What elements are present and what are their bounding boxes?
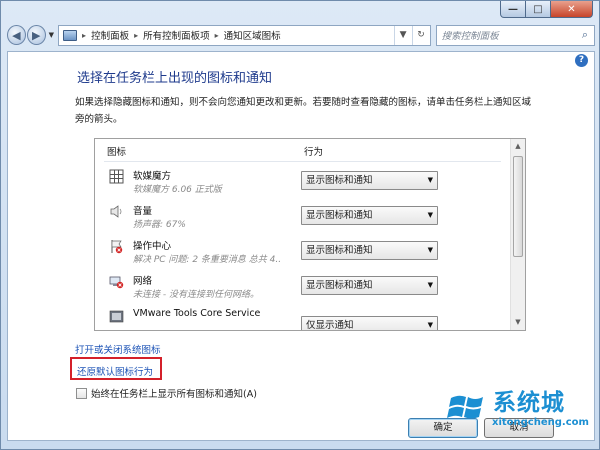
breadcrumb-control-panel[interactable]: 控制面板 <box>91 28 129 42</box>
watermark-text: 系统城 <box>493 390 565 416</box>
back-button[interactable]: ◀ <box>7 25 26 45</box>
column-header-icon: 图标 <box>107 147 127 158</box>
item-description: 扬声器: 67% <box>133 220 186 230</box>
page-description: 如果选择隐藏图标和通知，则不会向您通知更改和更新。若要随时查看隐藏的图标，请单击… <box>75 97 532 125</box>
control-panel-icon <box>63 29 78 41</box>
scroll-up-button[interactable]: ▲ <box>511 139 525 154</box>
dropdown-arrow-icon: ▼ <box>427 246 433 254</box>
caption-buttons: — □ ✕ <box>500 1 593 18</box>
behavior-select[interactable]: 显示图标和通知 ▼ <box>301 171 438 190</box>
header-divider <box>104 161 501 162</box>
dropdown-arrow-icon: ▼ <box>427 211 433 219</box>
breadcrumb-all-items[interactable]: 所有控制面板项 <box>143 28 210 42</box>
control-panel-window: — □ ✕ ◀ ▶ ▼ ▸ 控制面板 ▸ 所有控制面板项 ▸ 通知区域图标 ▼ … <box>0 0 600 450</box>
select-value: 显示图标和通知 <box>306 175 373 186</box>
breadcrumb-separator[interactable]: ▸ <box>215 31 219 40</box>
item-name: 网络 <box>133 276 153 287</box>
address-dropdown-button[interactable]: ▼ <box>393 25 412 45</box>
always-show-option[interactable]: 始终在任务栏上显示所有图标和通知(A) <box>76 386 257 400</box>
address-bar[interactable]: ▸ 控制面板 ▸ 所有控制面板项 ▸ 通知区域图标 ▼ ↻ <box>58 24 431 46</box>
list-item: 网络 未连接 - 没有连接到任何网络。 显示图标和通知 ▼ <box>95 272 513 307</box>
scroll-down-button[interactable]: ▼ <box>511 315 525 330</box>
recent-pages-dropdown[interactable]: ▼ <box>49 31 54 39</box>
behavior-select[interactable]: 显示图标和通知 ▼ <box>301 206 438 225</box>
item-name: 操作中心 <box>133 241 172 252</box>
item-name: VMware Tools Core Service <box>133 308 261 319</box>
scroll-thumb[interactable] <box>513 156 523 257</box>
notification-icons-list: 图标 行为 软媒魔方 软媒魔方 6.06 正式版 显示图标和通知 ▼ 音量 扬声… <box>94 138 526 331</box>
dropdown-arrow-icon: ▼ <box>427 281 433 289</box>
item-name: 软媒魔方 <box>133 171 172 182</box>
behavior-select[interactable]: 显示图标和通知 ▼ <box>301 241 438 260</box>
item-description: 解决 PC 问题: 2 条重要消息 总共 4... <box>133 255 281 265</box>
restore-default-link[interactable]: 还原默认图标行为 <box>77 364 153 378</box>
behavior-select[interactable]: 仅显示通知 ▼ <box>301 316 438 331</box>
select-value: 仅显示通知 <box>306 320 354 331</box>
list-header: 图标 行为 <box>95 139 513 158</box>
select-value: 显示图标和通知 <box>306 210 373 221</box>
refresh-button[interactable]: ↻ <box>411 25 430 45</box>
list-item: VMware Tools Core Service 仅显示通知 ▼ <box>95 307 513 331</box>
behavior-select[interactable]: 显示图标和通知 ▼ <box>301 276 438 295</box>
system-icons-link[interactable]: 打开或关闭系统图标 <box>75 342 161 356</box>
dropdown-arrow-icon: ▼ <box>427 176 433 184</box>
speaker-icon <box>110 205 122 218</box>
always-show-checkbox[interactable] <box>76 387 87 399</box>
list-item: 音量 扬声器: 67% 显示图标和通知 ▼ <box>95 202 513 237</box>
navigation-bar: ◀ ▶ ▼ ▸ 控制面板 ▸ 所有控制面板项 ▸ 通知区域图标 ▼ ↻ 搜索控制… <box>7 23 595 47</box>
watermark-logo: 系统城 xitongcheng.com <box>443 376 593 446</box>
select-value: 显示图标和通知 <box>306 245 373 256</box>
breadcrumb-notification-icons[interactable]: 通知区域图标 <box>224 28 281 42</box>
back-arrow-icon: ◀ <box>12 28 21 42</box>
maximize-button[interactable]: □ <box>526 1 551 18</box>
list-item: 操作中心 解决 PC 问题: 2 条重要消息 总共 4... 显示图标和通知 ▼ <box>95 237 513 272</box>
item-description: 软媒魔方 6.06 正式版 <box>133 185 222 195</box>
network-icon <box>109 276 124 289</box>
vmware-icon <box>109 310 124 323</box>
close-button[interactable]: ✕ <box>551 1 593 18</box>
search-icon[interactable]: ⌕ <box>576 28 594 42</box>
help-icon[interactable]: ? <box>575 54 588 67</box>
search-box[interactable]: 搜索控制面板 ⌕ <box>435 24 595 46</box>
breadcrumb-separator[interactable]: ▸ <box>134 31 138 40</box>
column-header-action: 行为 <box>304 147 324 158</box>
page-title: 选择在任务栏上出现的图标和通知 <box>77 71 273 86</box>
forward-button[interactable]: ▶ <box>26 25 46 45</box>
minimize-button[interactable]: — <box>500 1 526 18</box>
item-description: 未连接 - 没有连接到任何网络。 <box>133 290 259 300</box>
list-item: 软媒魔方 软媒魔方 6.06 正式版 显示图标和通知 ▼ <box>95 167 513 202</box>
refresh-icon: ↻ <box>417 30 425 40</box>
item-name: 音量 <box>133 206 153 217</box>
dropdown-arrow-icon: ▼ <box>427 321 433 329</box>
windows-logo-icon <box>447 395 483 419</box>
search-input[interactable]: 搜索控制面板 <box>442 28 576 42</box>
grid-icon <box>109 169 124 184</box>
select-value: 显示图标和通知 <box>306 280 373 291</box>
breadcrumb-separator[interactable]: ▸ <box>82 31 86 40</box>
vertical-scrollbar[interactable]: ▲ ▼ <box>510 139 525 330</box>
watermark-url: xitongcheng.com <box>492 417 589 428</box>
forward-arrow-icon: ▶ <box>32 28 41 42</box>
flag-icon <box>111 240 123 254</box>
always-show-label[interactable]: 始终在任务栏上显示所有图标和通知(A) <box>91 386 257 400</box>
